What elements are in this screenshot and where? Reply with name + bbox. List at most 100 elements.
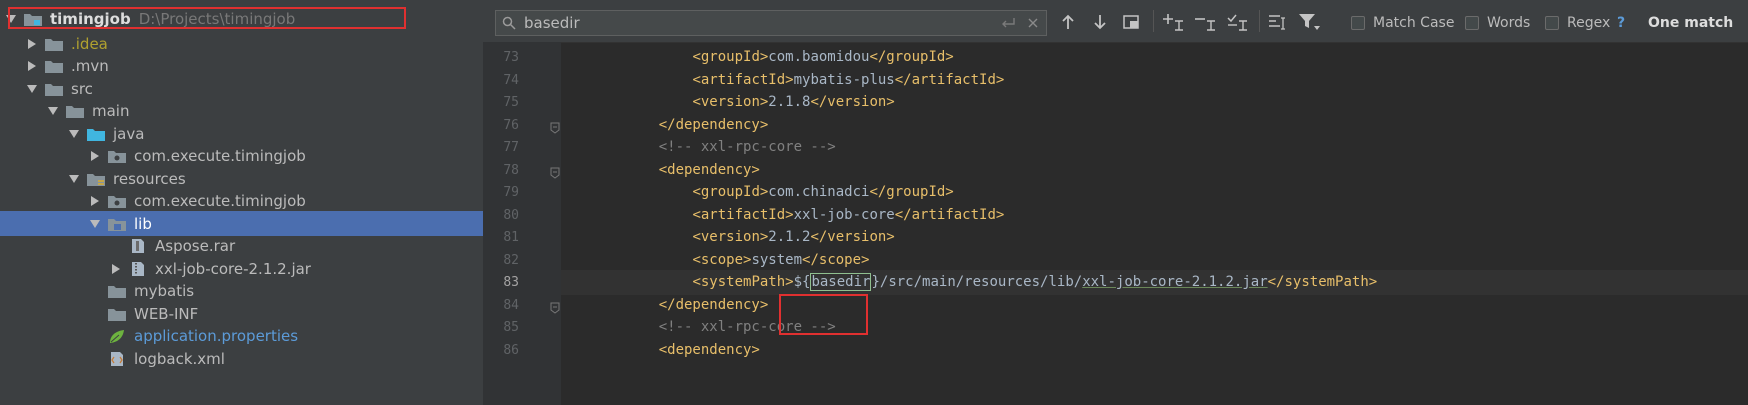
tree-item[interactable]: logback.xml	[0, 346, 483, 371]
tree-item[interactable]: resources	[0, 166, 483, 191]
code-token: 2.1.8	[768, 94, 811, 110]
code-area[interactable]: <groupId>com.baomidou</groupId> <artifac…	[561, 42, 1748, 405]
tree-item[interactable]: Aspose.rar	[0, 234, 483, 259]
code-line[interactable]: <scope>system</scope>	[561, 248, 1748, 273]
search-in-selection-icon[interactable]	[1267, 12, 1289, 32]
tree-item[interactable]: xxl-job-core-2.1.2.jar	[0, 256, 483, 281]
code-line[interactable]: <dependency>	[561, 338, 1748, 363]
tree-item[interactable]: .idea	[0, 31, 483, 56]
chevron-right-icon[interactable]	[25, 59, 39, 73]
code-line[interactable]: <version>2.1.8</version>	[561, 90, 1748, 115]
chevron-right-icon[interactable]	[88, 149, 102, 163]
code-line[interactable]: </dependency>	[561, 113, 1748, 138]
chevron-right-icon[interactable]	[109, 262, 123, 276]
code-token: </groupId>	[869, 184, 954, 200]
line-number: 74	[503, 72, 519, 88]
tree-item-label: com.execute.timingjob	[134, 192, 306, 210]
fold-marker-icon[interactable]	[550, 164, 560, 183]
select-all-matches-icon[interactable]	[1227, 12, 1249, 32]
tree-item[interactable]: com.execute.timingjob	[0, 144, 483, 169]
line-number: 86	[503, 342, 519, 358]
code-token: <artifactId>	[692, 71, 794, 88]
clear-search-icon[interactable]	[1028, 18, 1038, 28]
regex-label: Regex	[1567, 15, 1611, 31]
chevron-down-icon[interactable]	[67, 172, 81, 186]
code-line[interactable]: <groupId>com.baomidou</groupId>	[561, 45, 1748, 70]
line-number: 76	[503, 117, 519, 133]
tree-item[interactable]: java	[0, 121, 483, 146]
add-occurrence-icon[interactable]	[1163, 12, 1185, 32]
tree-item[interactable]: application.properties	[0, 324, 483, 349]
search-icon	[502, 16, 516, 30]
folder-icon	[45, 81, 65, 97]
code-line[interactable]: <artifactId>xxl-job-core</artifactId>	[561, 203, 1748, 228]
tree-item-label: .mvn	[71, 57, 109, 75]
tree-item[interactable]: main	[0, 99, 483, 124]
search-input[interactable]: basedir	[495, 10, 1047, 36]
tree-item-label: resources	[113, 169, 186, 188]
filter-icon[interactable]	[1298, 12, 1320, 32]
search-match-highlight: basedir	[810, 273, 872, 291]
fold-marker-icon[interactable]	[550, 119, 560, 138]
chevron-down-icon[interactable]	[4, 12, 18, 26]
editor-panel: basedir Match Case Words Regex ? One mat…	[483, 0, 1748, 405]
match-case-checkbox[interactable]: Match Case	[1351, 15, 1454, 31]
regex-checkbox[interactable]: Regex	[1545, 15, 1610, 31]
match-case-box[interactable]	[1351, 16, 1365, 30]
code-token: ${	[793, 274, 811, 290]
code-line[interactable]: <artifactId>mybatis-plus</artifactId>	[561, 68, 1748, 93]
words-checkbox[interactable]: Words	[1465, 15, 1530, 31]
package-icon	[108, 193, 128, 209]
tree-item[interactable]: lib	[0, 211, 483, 236]
code-line[interactable]: <!-- xxl-rpc-core -->	[561, 315, 1748, 340]
chevron-right-icon[interactable]	[25, 37, 39, 51]
code-token: </scope>	[802, 251, 870, 268]
tree-item[interactable]: .mvn	[0, 54, 483, 79]
tree-item-label: WEB-INF	[134, 304, 199, 323]
code-token: <dependency>	[658, 161, 760, 178]
chevron-down-icon[interactable]	[88, 217, 102, 231]
words-box[interactable]	[1465, 16, 1479, 30]
tree-item-label: main	[92, 102, 130, 120]
remove-occurrence-icon[interactable]	[1195, 12, 1217, 32]
tree-item[interactable]: com.execute.timingjob	[0, 189, 483, 214]
tree-item[interactable]: src	[0, 76, 483, 101]
search-query: basedir	[524, 14, 580, 32]
code-line[interactable]: <version>2.1.2</version>	[561, 225, 1748, 250]
code-line[interactable]: <dependency>	[561, 158, 1748, 183]
code-token: xxl-job-core-2.1.2.jar	[1082, 274, 1268, 290]
tree-item-label: java	[113, 124, 145, 143]
tree-item-label: lib	[134, 214, 152, 233]
code-line[interactable]: <!-- xxl-rpc-core -->	[561, 135, 1748, 160]
chevron-right-icon[interactable]	[88, 194, 102, 208]
tree-item[interactable]: WEB-INF	[0, 301, 483, 326]
select-all-occurrences-icon[interactable]	[1120, 12, 1142, 32]
enter-icon[interactable]	[1000, 17, 1016, 29]
tree-root[interactable]: timingjob D:\Projects\timingjob	[0, 6, 483, 31]
code-line[interactable]: <systemPath>${basedir}/src/main/resource…	[561, 270, 1748, 295]
regex-help-link[interactable]: ?	[1617, 15, 1625, 31]
tree-item-label: .idea	[71, 34, 108, 53]
line-number: 73	[503, 50, 519, 65]
code-token: </systemPath>	[1267, 274, 1378, 290]
tree-item[interactable]: mybatis	[0, 279, 483, 304]
arrow-up-icon[interactable]	[1057, 12, 1079, 32]
tree-root-path: D:\Projects\timingjob	[138, 9, 296, 28]
chevron-down-icon[interactable]	[67, 127, 81, 141]
chevron-down-icon[interactable]	[46, 104, 60, 118]
arrow-down-icon[interactable]	[1089, 12, 1111, 32]
line-number: 85	[503, 320, 519, 335]
code-line[interactable]: <groupId>com.chinadci</groupId>	[561, 180, 1748, 205]
regex-box[interactable]	[1545, 16, 1559, 30]
spring-properties-icon	[108, 328, 128, 344]
tree-item-label: application.properties	[134, 327, 299, 345]
code-line[interactable]: </dependency>	[561, 293, 1748, 318]
fold-marker-icon[interactable]	[550, 299, 560, 318]
chevron-down-icon[interactable]	[25, 82, 39, 96]
